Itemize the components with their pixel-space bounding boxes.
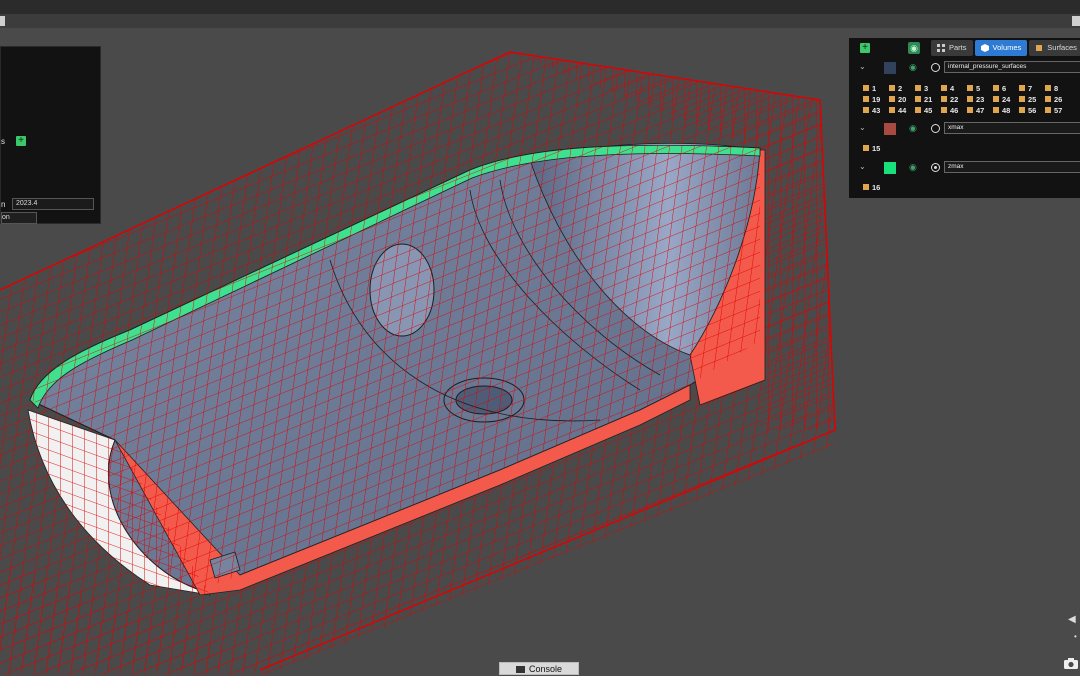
- surface-id-chip[interactable]: 21: [915, 95, 941, 104]
- volume-row[interactable]: ⌄ ◉ internal_pressure_surfaces: [849, 60, 1080, 76]
- surface-id-chip[interactable]: 19: [863, 95, 889, 104]
- visibility-icon[interactable]: ◉: [909, 123, 917, 134]
- grid-icon: [937, 44, 945, 52]
- volume-name-field[interactable]: xmax: [944, 122, 1080, 134]
- version-field[interactable]: 2023.4: [12, 198, 94, 210]
- surface-id-chip[interactable]: 25: [1019, 95, 1045, 104]
- surface-id-list: 16: [863, 183, 1080, 194]
- volume-name-field[interactable]: zmax: [944, 161, 1080, 173]
- surface-id-chip[interactable]: 16: [863, 183, 889, 192]
- tab-label: Surfaces: [1047, 43, 1077, 52]
- select-radio[interactable]: [931, 163, 940, 172]
- console-label: Console: [528, 664, 563, 674]
- surface-id-chip[interactable]: 47: [967, 106, 993, 115]
- id-line: 43 44 45 46 47 48 56 57: [863, 106, 1080, 117]
- surface-id-list: 15: [863, 144, 1080, 155]
- surface-id-chip[interactable]: 48: [993, 106, 1019, 115]
- surface-id-list: 12345678 19 20 21 22 23 24 25 26 43 44 45 46 47 48 56…: [863, 84, 1080, 117]
- square-icon: [1036, 45, 1043, 51]
- select-radio[interactable]: [931, 124, 940, 133]
- volume-name-field[interactable]: internal_pressure_surfaces: [944, 61, 1080, 73]
- surface-id-chip[interactable]: 15: [863, 144, 889, 153]
- surface-id-chip[interactable]: 2: [889, 84, 915, 93]
- tab-label: Parts: [949, 43, 967, 52]
- id-line: 19 20 21 22 23 24 25 26: [863, 95, 1080, 106]
- surface-id-chip[interactable]: 46: [941, 106, 967, 115]
- surface-id-chip[interactable]: 45: [915, 106, 941, 115]
- chevron-down-icon[interactable]: ⌄: [859, 162, 866, 171]
- panel-button[interactable]: on: [1, 212, 37, 224]
- id-line: 15: [863, 144, 1080, 155]
- add-volume-icon[interactable]: +: [860, 43, 870, 53]
- tab-label: Volumes: [992, 43, 1022, 52]
- camera-icon[interactable]: [1064, 658, 1078, 669]
- chevron-down-icon[interactable]: ⌄: [859, 62, 866, 71]
- console-button[interactable]: Console: [499, 662, 579, 675]
- cube-icon: [980, 44, 989, 52]
- visibility-icon[interactable]: ◉: [909, 162, 917, 173]
- outliner-tabs: Parts Volumes Surfaces: [931, 40, 1080, 56]
- surface-id-chip[interactable]: 22: [941, 95, 967, 104]
- surface-id-chip[interactable]: 5: [967, 84, 993, 93]
- outliner-header: + ◉ Parts Volumes Surfaces: [849, 38, 1080, 58]
- color-swatch[interactable]: [884, 62, 896, 74]
- surface-id-chip[interactable]: 24: [993, 95, 1019, 104]
- surface-id-chip[interactable]: 56: [1019, 106, 1045, 115]
- surface-id-chip[interactable]: 4: [941, 84, 967, 93]
- tab-surfaces[interactable]: Surfaces: [1029, 40, 1080, 56]
- surface-id-chip[interactable]: 57: [1045, 106, 1071, 115]
- id-line: 16: [863, 183, 1080, 194]
- surface-id-chip[interactable]: 6: [993, 84, 1019, 93]
- select-radio[interactable]: [931, 63, 940, 72]
- volume-row[interactable]: ⌄ ◉ xmax: [849, 121, 1080, 137]
- panel-label: n: [1, 200, 6, 209]
- surface-id-chip[interactable]: 20: [889, 95, 915, 104]
- color-swatch[interactable]: [884, 123, 896, 135]
- visibility-icon[interactable]: ◉: [908, 42, 920, 54]
- tab-volumes[interactable]: Volumes: [974, 40, 1028, 56]
- surface-id-chip[interactable]: 23: [967, 95, 993, 104]
- surface-id-chip[interactable]: 8: [1045, 84, 1071, 93]
- surface-id-chip[interactable]: 43: [863, 106, 889, 115]
- surface-id-chip[interactable]: 44: [889, 106, 915, 115]
- surface-id-chip[interactable]: 26: [1045, 95, 1071, 104]
- visibility-icon[interactable]: ◉: [909, 62, 917, 73]
- dot-icon: •: [1074, 632, 1077, 641]
- terminal-icon: [515, 666, 525, 673]
- left-properties-panel: s + n 2023.4 on: [0, 46, 101, 224]
- surface-id-chip[interactable]: 1: [863, 84, 889, 93]
- add-icon[interactable]: +: [16, 136, 26, 146]
- volume-row[interactable]: ⌄ ◉ zmax: [849, 160, 1080, 176]
- surface-id-chip[interactable]: 7: [1019, 84, 1045, 93]
- tab-parts[interactable]: Parts: [931, 40, 973, 56]
- panel-label: s: [1, 137, 5, 146]
- surface-id-chip[interactable]: 3: [915, 84, 941, 93]
- id-line: 12345678: [863, 84, 1080, 95]
- color-swatch[interactable]: [884, 162, 896, 174]
- outliner-panel: + ◉ Parts Volumes Surfaces ⌄ ◉ internal_…: [849, 38, 1080, 198]
- collapse-arrow-icon[interactable]: ◀: [1068, 614, 1076, 625]
- chevron-down-icon[interactable]: ⌄: [859, 123, 866, 132]
